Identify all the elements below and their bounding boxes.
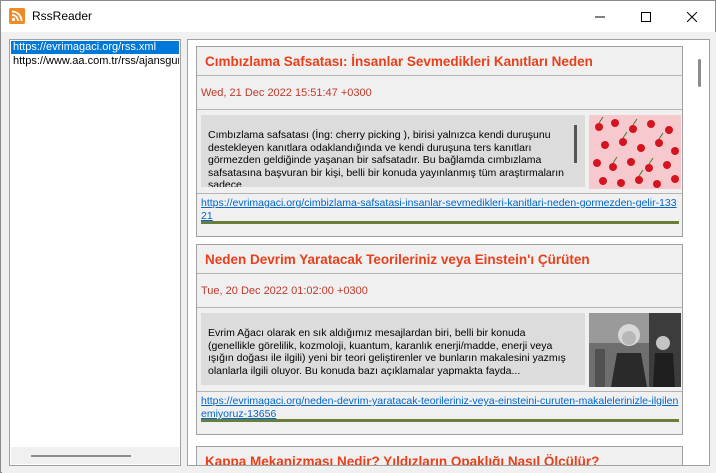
close-button[interactable] [669,1,715,32]
article-description-text: Cımbızlama safsatası (İng: cherry pickin… [208,129,564,187]
einstein-photo [589,313,681,387]
article-description[interactable]: Cımbızlama safsatası (İng: cherry pickin… [201,115,585,187]
article-card: Kappa Mekanizması Nedir? Yıldızların Opa… [196,446,683,466]
article-date-row: Wed, 21 Dec 2022 15:51:47 +0300 [197,76,682,110]
article-separator [201,419,679,422]
article-date: Tue, 20 Dec 2022 01:02:00 +0300 [201,285,368,297]
description-scrollbar-thumb[interactable] [574,125,577,163]
cherries-image [589,115,681,189]
article-link-row: https://evrimagaci.org/neden-devrim-yara… [197,392,682,426]
rss-icon [9,8,25,24]
articles-vertical-scrollbar[interactable] [691,41,708,464]
scrollbar-thumb[interactable] [698,59,701,87]
minimize-button[interactable] [577,1,623,32]
article-link[interactable]: https://evrimagaci.org/cimbizlama-safsat… [201,197,679,223]
article-link-row: https://evrimagaci.org/cimbizlama-safsat… [197,194,682,228]
article-description-text: Evrim Ağacı olarak en sık aldığımız mesa… [208,327,566,377]
maximize-icon [641,11,651,22]
article-card: Neden Devrim Yaratacak Teorileriniz veya… [196,244,683,435]
article-separator [201,221,679,224]
client-area: https://evrimagaci.org/rss.xml https://w… [2,32,716,473]
app-window: RssReader https://evrimagaci.org/rss.xml [0,0,716,473]
article-title-row: Cımbızlama Safsatası: İnsanlar Sevmedikl… [197,47,682,76]
feed-url-label: https://www.aa.com.tr/rss/ajansguncel.xm… [13,55,179,67]
article-title: Kappa Mekanizması Nedir? Yıldızların Opa… [205,454,600,466]
feed-list-item-evrimagaci[interactable]: https://evrimagaci.org/rss.xml [11,41,179,54]
title-bar[interactable]: RssReader [1,1,715,32]
article-link[interactable]: https://evrimagaci.org/neden-devrim-yara… [201,395,679,421]
article-body-row: Cımbızlama safsatası (İng: cherry pickin… [197,110,682,194]
article-body-row: Evrim Ağacı olarak en sık aldığımız mesa… [197,308,682,392]
article-title: Neden Devrim Yaratacak Teorileriniz veya… [205,252,590,267]
article-date: Wed, 21 Dec 2022 15:51:47 +0300 [201,87,372,99]
scrollbar-thumb[interactable] [31,455,131,457]
close-icon [687,11,697,22]
window-title: RssReader [32,9,93,23]
feed-list-horizontal-scrollbar[interactable] [11,447,179,464]
articles-panel[interactable]: Cımbızlama Safsatası: İnsanlar Sevmedikl… [187,39,710,466]
article-card: Cımbızlama Safsatası: İnsanlar Sevmedikl… [196,46,683,237]
feed-url-label: https://evrimagaci.org/rss.xml [13,41,157,53]
article-date-row: Tue, 20 Dec 2022 01:02:00 +0300 [197,274,682,308]
feed-list-item-aa[interactable]: https://www.aa.com.tr/rss/ajansguncel.xm… [11,55,179,68]
feed-list[interactable]: https://evrimagaci.org/rss.xml https://w… [9,39,181,466]
article-title-row: Kappa Mekanizması Nedir? Yıldızların Opa… [197,447,682,466]
maximize-button[interactable] [623,1,669,32]
minimize-icon [595,16,605,17]
article-title: Cımbızlama Safsatası: İnsanlar Sevmedikl… [205,54,593,69]
article-description[interactable]: Evrim Ağacı olarak en sık aldığımız mesa… [201,313,585,385]
article-title-row: Neden Devrim Yaratacak Teorileriniz veya… [197,245,682,274]
